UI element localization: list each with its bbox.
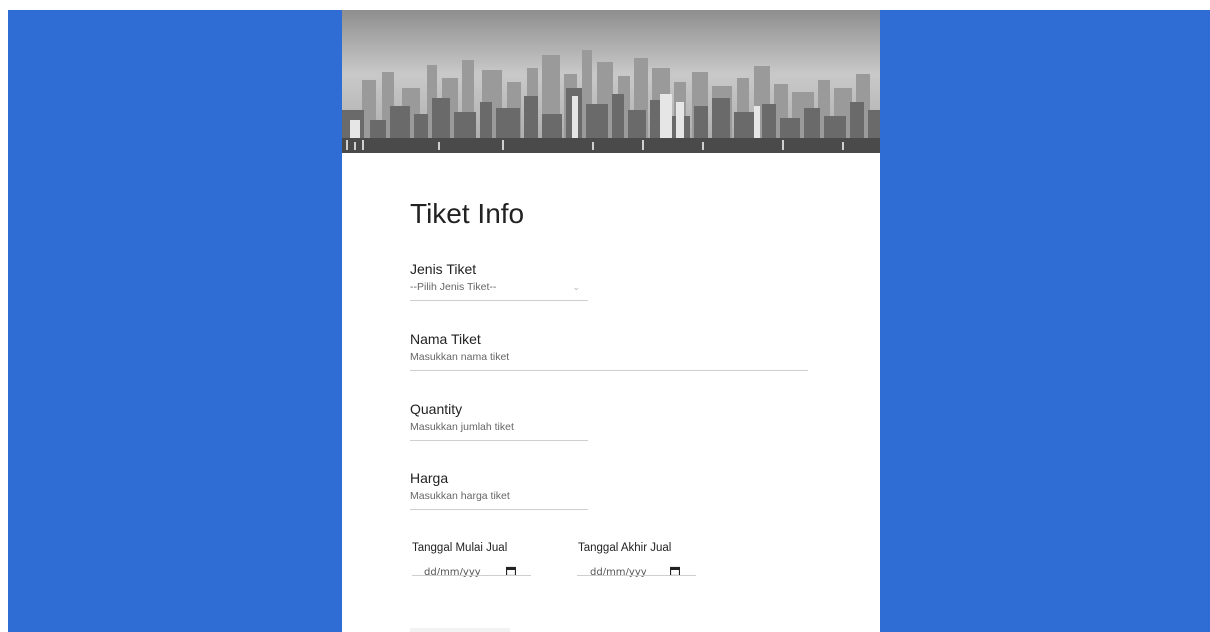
- quantity-field: Quantity Masukkan jumlah tiket: [410, 401, 588, 441]
- harga-label: Harga: [410, 470, 449, 486]
- submit-button-partial[interactable]: [410, 628, 510, 632]
- tanggal-akhir-underline: [577, 575, 696, 576]
- jenis-tiket-selected-value: --Pilih Jenis Tiket--: [410, 281, 497, 293]
- harga-field: Harga Masukkan harga tiket: [410, 470, 588, 510]
- nama-tiket-field: Nama Tiket Masukkan nama tiket: [410, 331, 808, 371]
- quantity-label: Quantity: [410, 401, 463, 417]
- tanggal-mulai-input[interactable]: dd/mm/yyy: [412, 565, 532, 581]
- tanggal-mulai-label: Tanggal Mulai Jual: [412, 542, 508, 554]
- form-title: Tiket Info: [410, 198, 525, 229]
- quantity-underline: [410, 440, 588, 441]
- tanggal-mulai-field: Tanggal Mulai Jual dd/mm/yyy: [412, 541, 532, 581]
- harga-underline: [410, 509, 588, 510]
- harga-input[interactable]: Masukkan harga tiket: [410, 490, 588, 502]
- tanggal-akhir-placeholder: dd/mm/yyy: [590, 567, 647, 578]
- nama-tiket-underline: [410, 370, 808, 371]
- tanggal-mulai-placeholder: dd/mm/yyy: [424, 567, 481, 578]
- jenis-tiket-field: Jenis Tiket --Pilih Jenis Tiket-- ⌄: [410, 261, 588, 301]
- nama-tiket-input[interactable]: Masukkan nama tiket: [410, 351, 808, 363]
- jenis-tiket-label: Jenis Tiket: [410, 261, 477, 277]
- tanggal-akhir-input[interactable]: dd/mm/yyy: [578, 565, 698, 581]
- quantity-input[interactable]: Masukkan jumlah tiket: [410, 421, 588, 433]
- city-skyline-banner: [342, 10, 880, 153]
- jenis-tiket-underline: [410, 300, 588, 301]
- chevron-down-icon: ⌄: [572, 282, 580, 292]
- tanggal-akhir-label: Tanggal Akhir Jual: [578, 542, 672, 554]
- tanggal-mulai-underline: [412, 575, 531, 576]
- ticket-form-card: Tiket Info Jenis Tiket --Pilih Jenis Tik…: [342, 10, 880, 632]
- jenis-tiket-select[interactable]: --Pilih Jenis Tiket-- ⌄: [410, 281, 588, 293]
- tanggal-akhir-field: Tanggal Akhir Jual dd/mm/yyy: [577, 541, 698, 581]
- nama-tiket-label: Nama Tiket: [410, 331, 481, 347]
